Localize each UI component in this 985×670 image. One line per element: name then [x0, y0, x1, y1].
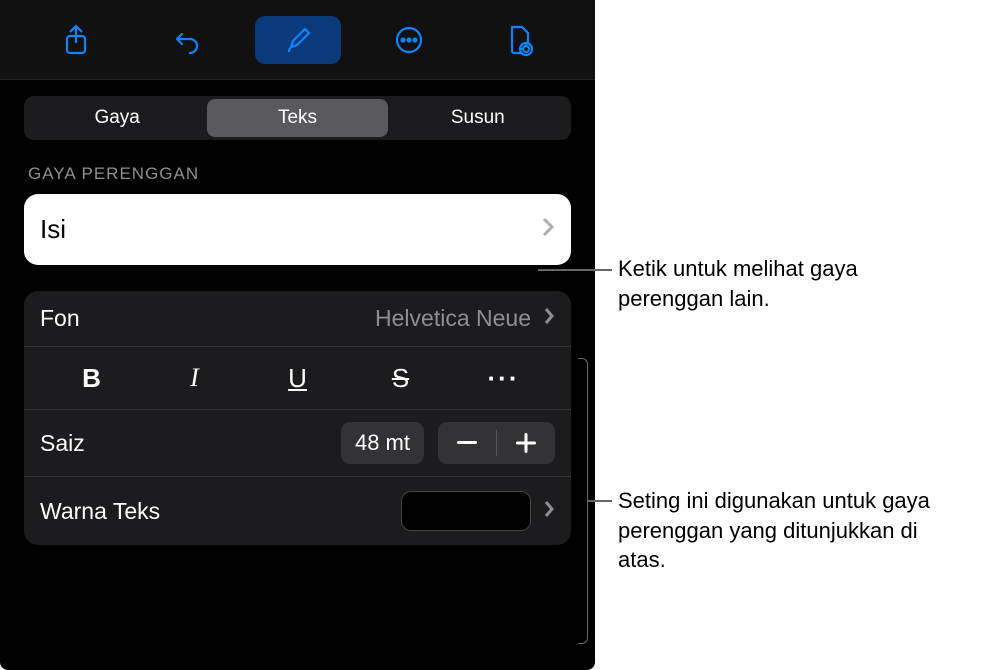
minus-icon: [457, 441, 477, 445]
tab-text[interactable]: Teks: [207, 99, 387, 137]
format-button[interactable]: [255, 16, 341, 64]
paragraph-style-annotation: Ketik untuk melihat gaya perenggan lain.: [618, 254, 878, 313]
italic-button[interactable]: I: [143, 357, 246, 399]
chevron-right-icon: [543, 499, 555, 524]
tab-style[interactable]: Gaya: [27, 99, 207, 137]
settings-annotation: Seting ini digunakan untuk gaya perengga…: [618, 486, 958, 575]
size-value[interactable]: 48 mt: [341, 422, 424, 464]
more-icon: [394, 25, 424, 55]
tab-arrange[interactable]: Susun: [388, 99, 568, 137]
size-increment-button[interactable]: [497, 422, 555, 464]
undo-button[interactable]: [144, 16, 230, 64]
more-button[interactable]: [366, 16, 452, 64]
callout-line: [538, 269, 612, 271]
paragraph-style-selector[interactable]: Isi: [24, 194, 571, 265]
font-value: Helvetica Neue: [375, 305, 531, 332]
plus-icon: [516, 433, 536, 453]
size-label: Saiz: [40, 430, 341, 457]
tab-bar: Gaya Teks Susun: [24, 96, 571, 140]
document-options-button[interactable]: [477, 16, 563, 64]
font-label: Fon: [40, 305, 80, 332]
strikethrough-button[interactable]: S: [349, 357, 452, 399]
document-options-icon: [506, 24, 534, 56]
panel-content: Gaya Teks Susun GAYA PERENGGAN Isi Fon H…: [0, 80, 595, 561]
toolbar: [0, 0, 595, 80]
text-color-swatch[interactable]: [401, 491, 531, 531]
callout-bracket: [578, 358, 588, 644]
underline-button[interactable]: U: [246, 357, 349, 399]
size-row: Saiz 48 mt: [24, 410, 571, 477]
share-icon: [63, 24, 89, 56]
paragraph-style-section-label: GAYA PERENGGAN: [24, 164, 571, 184]
size-stepper: [438, 422, 555, 464]
format-panel: Gaya Teks Susun GAYA PERENGGAN Isi Fon H…: [0, 0, 595, 670]
share-button[interactable]: [33, 16, 119, 64]
text-color-row[interactable]: Warna Teks: [24, 477, 571, 545]
chevron-right-icon: [541, 216, 555, 243]
more-format-button[interactable]: ···: [452, 357, 555, 399]
format-brush-icon: [283, 25, 313, 55]
font-row[interactable]: Fon Helvetica Neue: [24, 291, 571, 347]
undo-icon: [172, 25, 202, 55]
paragraph-style-value: Isi: [40, 214, 66, 245]
bold-button[interactable]: B: [40, 357, 143, 399]
callout-line: [588, 500, 612, 502]
text-settings-group: Fon Helvetica Neue B I U S ··· Saiz 48 m…: [24, 291, 571, 545]
chevron-right-icon: [543, 306, 555, 331]
size-decrement-button[interactable]: [438, 422, 496, 464]
text-color-label: Warna Teks: [40, 498, 160, 525]
format-buttons-row: B I U S ···: [24, 347, 571, 410]
